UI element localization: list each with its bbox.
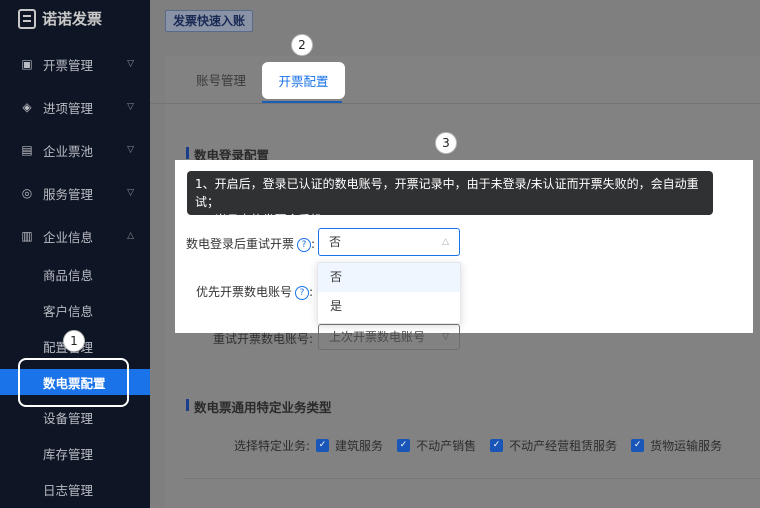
menu-label: 开票管理 — [43, 57, 94, 73]
checkbox-real-estate-leasing[interactable]: ✓ 不动产经营租赁服务 — [490, 437, 617, 454]
briefcase-icon: ▤ — [21, 143, 33, 157]
checkbox-label: 货物运输服务 — [650, 439, 723, 453]
quick-entry-button[interactable]: 发票快速入账 — [165, 10, 254, 32]
menu-label: 服务管理 — [43, 186, 94, 202]
sub-label: 客户信息 — [43, 303, 94, 319]
dropdown-option-no[interactable]: 否 — [318, 263, 460, 292]
headset-icon: ◎ — [21, 186, 33, 200]
menu-item-invoicing[interactable]: ▣ 开票管理 ▽ — [0, 50, 150, 78]
priority-label-row: 优先开票数电账号?: — [196, 283, 313, 300]
sub-label: 库存管理 — [43, 446, 94, 462]
retry-dropdown: 否 是 — [317, 262, 461, 324]
tab-active-underline — [262, 101, 342, 103]
menu-label: 进项管理 — [43, 100, 94, 116]
chevron-down-icon: ▽ — [127, 188, 134, 198]
logo-icon — [18, 8, 36, 29]
help-icon[interactable]: ? — [295, 285, 310, 300]
chevron-up-icon: △ — [127, 231, 134, 241]
retry-select[interactable]: 否 △ — [318, 228, 460, 256]
menu-label: 企业信息 — [43, 229, 94, 245]
menu-item-invoice-pool[interactable]: ▤ 企业票池 ▽ — [0, 136, 150, 164]
tab-invoice-config[interactable]: 开票配置 — [262, 62, 345, 99]
sub-label: 设备管理 — [43, 410, 94, 426]
chevron-down-icon: ▽ — [442, 332, 449, 342]
dropdown-option-yes[interactable]: 是 — [318, 292, 460, 321]
bottom-divider — [185, 478, 760, 479]
chevron-down-icon: ▽ — [127, 145, 134, 155]
retry-account-label: 重试开票数电账号: — [213, 332, 314, 346]
checkmark-icon: ✓ — [397, 439, 411, 452]
chevron-up-icon: △ — [442, 237, 449, 247]
sidebar-item-inventory[interactable]: 库存管理 — [0, 440, 150, 466]
menu-item-enterprise-info[interactable]: ▥ 企业信息 △ — [0, 222, 150, 250]
menu-label: 企业票池 — [43, 143, 94, 159]
checkbox-real-estate-sales[interactable]: ✓ 不动产销售 — [397, 437, 476, 454]
step-badge-3: 3 — [435, 132, 457, 154]
checkbox-label: 不动产销售 — [416, 439, 477, 453]
tab-divider — [150, 103, 760, 104]
retry-label: 数电登录后重试开票 — [186, 237, 295, 251]
checkbox-label: 不动产经营租赁服务 — [509, 439, 618, 453]
step-badge-1: 1 — [63, 330, 85, 352]
retry-account-select[interactable]: 上次开票数电账号 ▽ — [318, 324, 460, 350]
label-colon: : — [311, 237, 316, 251]
chevron-down-icon: ▽ — [127, 102, 134, 112]
step-badge-2: 2 — [291, 34, 313, 56]
section-title-business: 数电票通用特定业务类型 — [186, 397, 332, 416]
tab-account-management[interactable]: 账号管理 — [196, 58, 246, 104]
checkbox-label: 建筑服务 — [335, 439, 384, 453]
checkbox-construction[interactable]: ✓ 建筑服务 — [316, 437, 383, 454]
sidebar: 诺诺发票 ▣ 开票管理 ▽ ◈ 进项管理 ▽ ▤ 企业票池 ▽ ◎ 服务管理 ▽… — [0, 0, 150, 508]
menu-item-service[interactable]: ◎ 服务管理 ▽ — [0, 179, 150, 207]
invoice-icon: ▣ — [21, 57, 33, 71]
sidebar-item-devices[interactable]: 设备管理 — [0, 404, 150, 430]
app-logo: 诺诺发票 — [18, 8, 102, 29]
retry-select-value: 否 — [329, 235, 342, 249]
business-label: 选择特定业务: — [234, 439, 311, 453]
business-type-row: 选择特定业务: ✓ 建筑服务 ✓ 不动产销售 ✓ 不动产经营租赁服务 ✓ 货物运输服务 — [234, 437, 736, 454]
checkbox-freight[interactable]: ✓ 货物运输服务 — [631, 437, 722, 454]
logo-text: 诺诺发票 — [42, 10, 103, 28]
tooltip-line-2: 2、当月内的发票会重推。 — [195, 213, 335, 227]
layers-icon: ◈ — [22, 100, 32, 114]
sidebar-item-customers[interactable]: 客户信息 — [0, 297, 150, 323]
priority-label: 优先开票数电账号 — [196, 285, 293, 299]
checkmark-icon: ✓ — [316, 439, 330, 452]
checkmark-icon: ✓ — [631, 439, 645, 452]
sidebar-item-logs[interactable]: 日志管理 — [0, 476, 150, 502]
tooltip-line-1: 1、开启后，登录已认证的数电账号，开票记录中，由于未登录/未认证而开票失败的，会… — [195, 177, 699, 209]
chevron-down-icon: ▽ — [127, 59, 134, 69]
help-icon[interactable]: ? — [297, 237, 312, 252]
label-colon: : — [309, 285, 314, 299]
step-highlight-box — [18, 358, 129, 407]
menu-item-input-tax[interactable]: ◈ 进项管理 ▽ — [0, 93, 150, 121]
sub-label: 日志管理 — [43, 482, 94, 498]
retry-label-row: 数电登录后重试开票?: — [186, 235, 315, 252]
sidebar-item-products[interactable]: 商品信息 — [0, 261, 150, 287]
retry-account-value: 上次开票数电账号 — [329, 330, 426, 344]
building-icon: ▥ — [21, 229, 33, 243]
retry-tooltip: 1、开启后，登录已认证的数电账号，开票记录中，由于未登录/未认证而开票失败的，会… — [187, 171, 713, 227]
sub-label: 商品信息 — [43, 267, 94, 283]
checkmark-icon: ✓ — [490, 439, 504, 452]
